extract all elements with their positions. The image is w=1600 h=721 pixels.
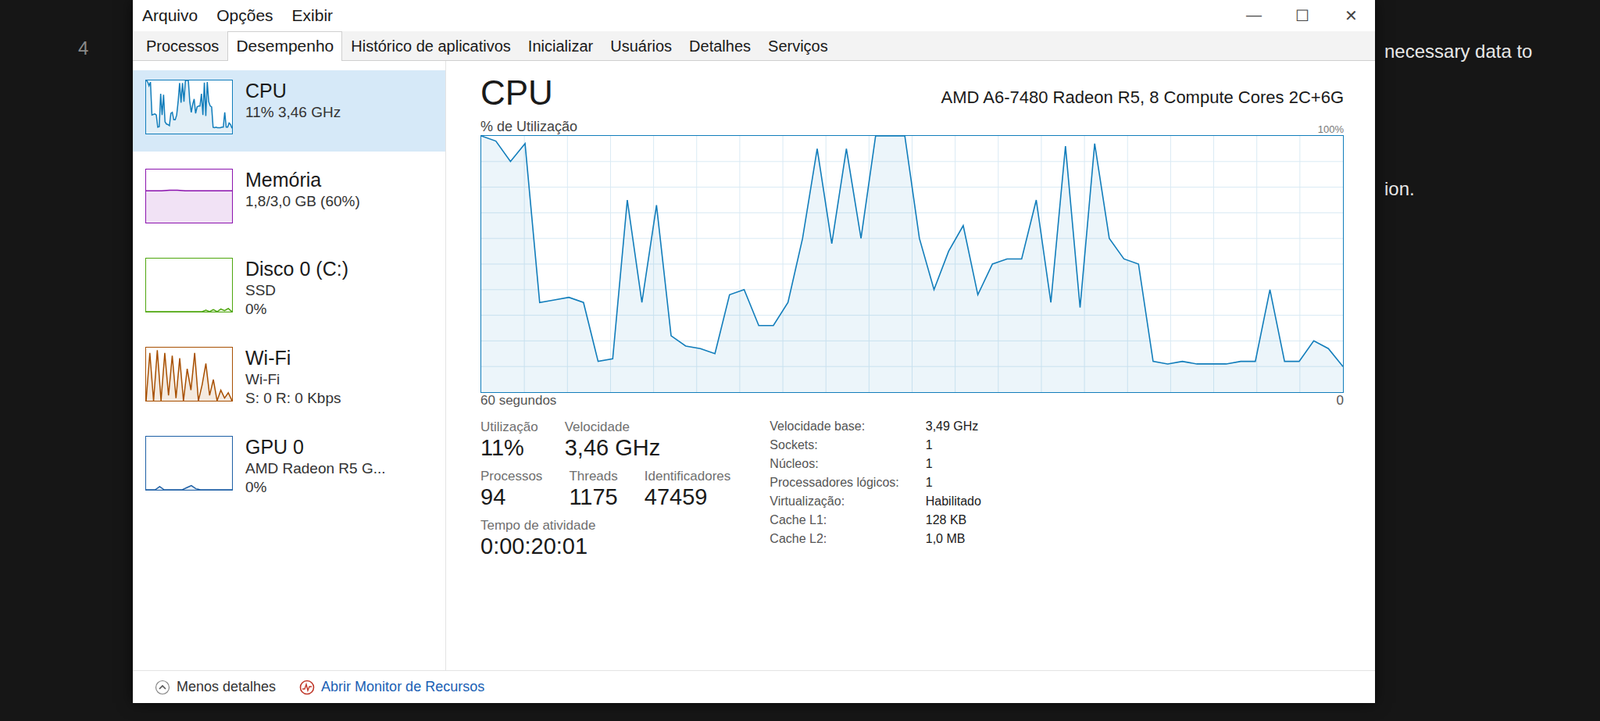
menu-item[interactable]: Exibir [282,1,343,30]
sidebar-item[interactable]: Wi-FiWi-FiS: 0 R: 0 Kbps [132,337,446,419]
sidebar-item-detail: SSD [245,282,349,300]
sidebar-item[interactable]: Memória1,8/3,0 GB (60%) [132,159,446,241]
spec-value: 128 KB [925,513,982,528]
sidebar-item-detail: 11% 3,46 GHz [245,103,341,122]
sparkline-icon [145,79,233,135]
background-text: 4 [78,37,89,60]
specs-table: Velocidade base: 3,49 GHz Sockets: 1 Núcleos… [769,419,982,560]
spec-label: Cache L2: [769,532,899,547]
spec-value: 1 [925,457,982,472]
sidebar-item-detail: AMD Radeon R5 G... [245,460,386,478]
fewer-details-button[interactable]: Menos detalhes [154,678,276,696]
chart-line [481,135,1343,367]
tab[interactable]: Histórico de aplicativos [342,32,520,61]
window-control[interactable]: — [1229,1,1279,30]
spec-label: Processadores lógicos: [769,475,899,490]
sidebar-item-title: Memória [245,168,361,192]
menu-bar: ArquivoOpçõesExibir —☐✕ [132,0,1375,32]
spec-label: Velocidade base: [769,419,899,434]
spec-value: 1,0 MB [925,532,982,547]
tab[interactable]: Detalhes [680,32,760,61]
tab[interactable]: Processos [137,32,228,61]
sidebar-item-title: GPU 0 [245,435,386,459]
desktop: 4 necessary data to ion. ArquivoOpçõesExibi… [0,0,1600,721]
sidebar-item-detail: 0% [245,300,349,318]
spec-value: 1 [925,475,982,490]
background-text: necessary data to [1384,40,1533,63]
resource-monitor-icon [299,679,315,696]
sidebar: CPU11% 3,46 GHzMemória1,8/3,0 GB (60%)Di… [132,60,447,671]
stat: Identificadores47459 [644,468,732,511]
chart-time-label: 60 segundos [480,392,557,409]
background-text: ion. [1384,178,1415,200]
panel-title: CPU [480,73,554,113]
tab[interactable]: Inicializar [519,32,602,61]
sidebar-item[interactable]: GPU 0AMD Radeon R5 G...0% [132,426,446,508]
chart-label: % de Utilização [480,118,578,136]
sidebar-item-title: Disco 0 (C:) [245,257,349,281]
cpu-usage-chart [480,135,1344,393]
menu-item[interactable]: Opções [207,1,283,30]
tab[interactable]: Desempenho [227,31,343,61]
chart-max-label: 100% [1317,123,1344,136]
spec-label: Cache L1: [769,513,899,528]
sidebar-item-detail: 1,8/3,0 GB (60%) [245,192,361,211]
stat: Tempo de atividade0:00:20:01 [480,517,596,560]
sparkline-icon [145,435,233,491]
stat: Threads1175 [568,468,618,511]
spec-value: 3,49 GHz [925,419,982,434]
window-control[interactable]: ✕ [1326,1,1375,30]
spec-label: Virtualização: [769,494,899,509]
tab-bar: ProcessosDesempenhoHistórico de aplicati… [132,31,1375,61]
menu-item[interactable]: Arquivo [132,1,208,30]
sidebar-item-detail: 0% [245,478,386,497]
spec-label: Núcleos: [769,457,899,472]
processor-model: AMD A6-7480 Radeon R5, 8 Compute Cores 2… [941,87,1344,113]
spec-value: 1 [925,438,982,453]
footer: Menos detalhes Abrir Monitor de Recursos [132,670,1375,704]
sparkline-icon [145,346,233,402]
chevron-up-icon [154,679,171,696]
sidebar-item[interactable]: CPU11% 3,46 GHz [132,70,446,152]
stat: Processos94 [480,468,543,511]
sidebar-item-detail: S: 0 R: 0 Kbps [245,389,342,408]
sidebar-item[interactable]: Disco 0 (C:)SSD0% [132,248,446,330]
window-control[interactable]: ☐ [1278,1,1327,30]
stat: Velocidade3,46 GHz [564,419,661,461]
sparkline-icon [145,257,233,313]
chart-min-label: 0 [1336,392,1344,409]
stat: Utilização11% [480,419,539,461]
spec-value: Habilitado [925,494,982,509]
chart-area [481,135,1343,393]
sparkline-icon [145,168,233,224]
sidebar-item-detail: Wi-Fi [245,371,342,389]
tab[interactable]: Serviços [759,32,837,61]
resource-monitor-link[interactable]: Abrir Monitor de Recursos [299,678,485,696]
task-manager-window: ArquivoOpçõesExibir—☐✕ProcessosDesempenh… [132,0,1375,704]
detail-panel: CPU AMD A6-7480 Radeon R5, 8 Compute Core… [446,60,1375,671]
sidebar-item-title: Wi-Fi [245,346,342,370]
sidebar-item-title: CPU [245,79,341,103]
tab[interactable]: Usuários [601,32,681,61]
spec-label: Sockets: [769,438,899,453]
